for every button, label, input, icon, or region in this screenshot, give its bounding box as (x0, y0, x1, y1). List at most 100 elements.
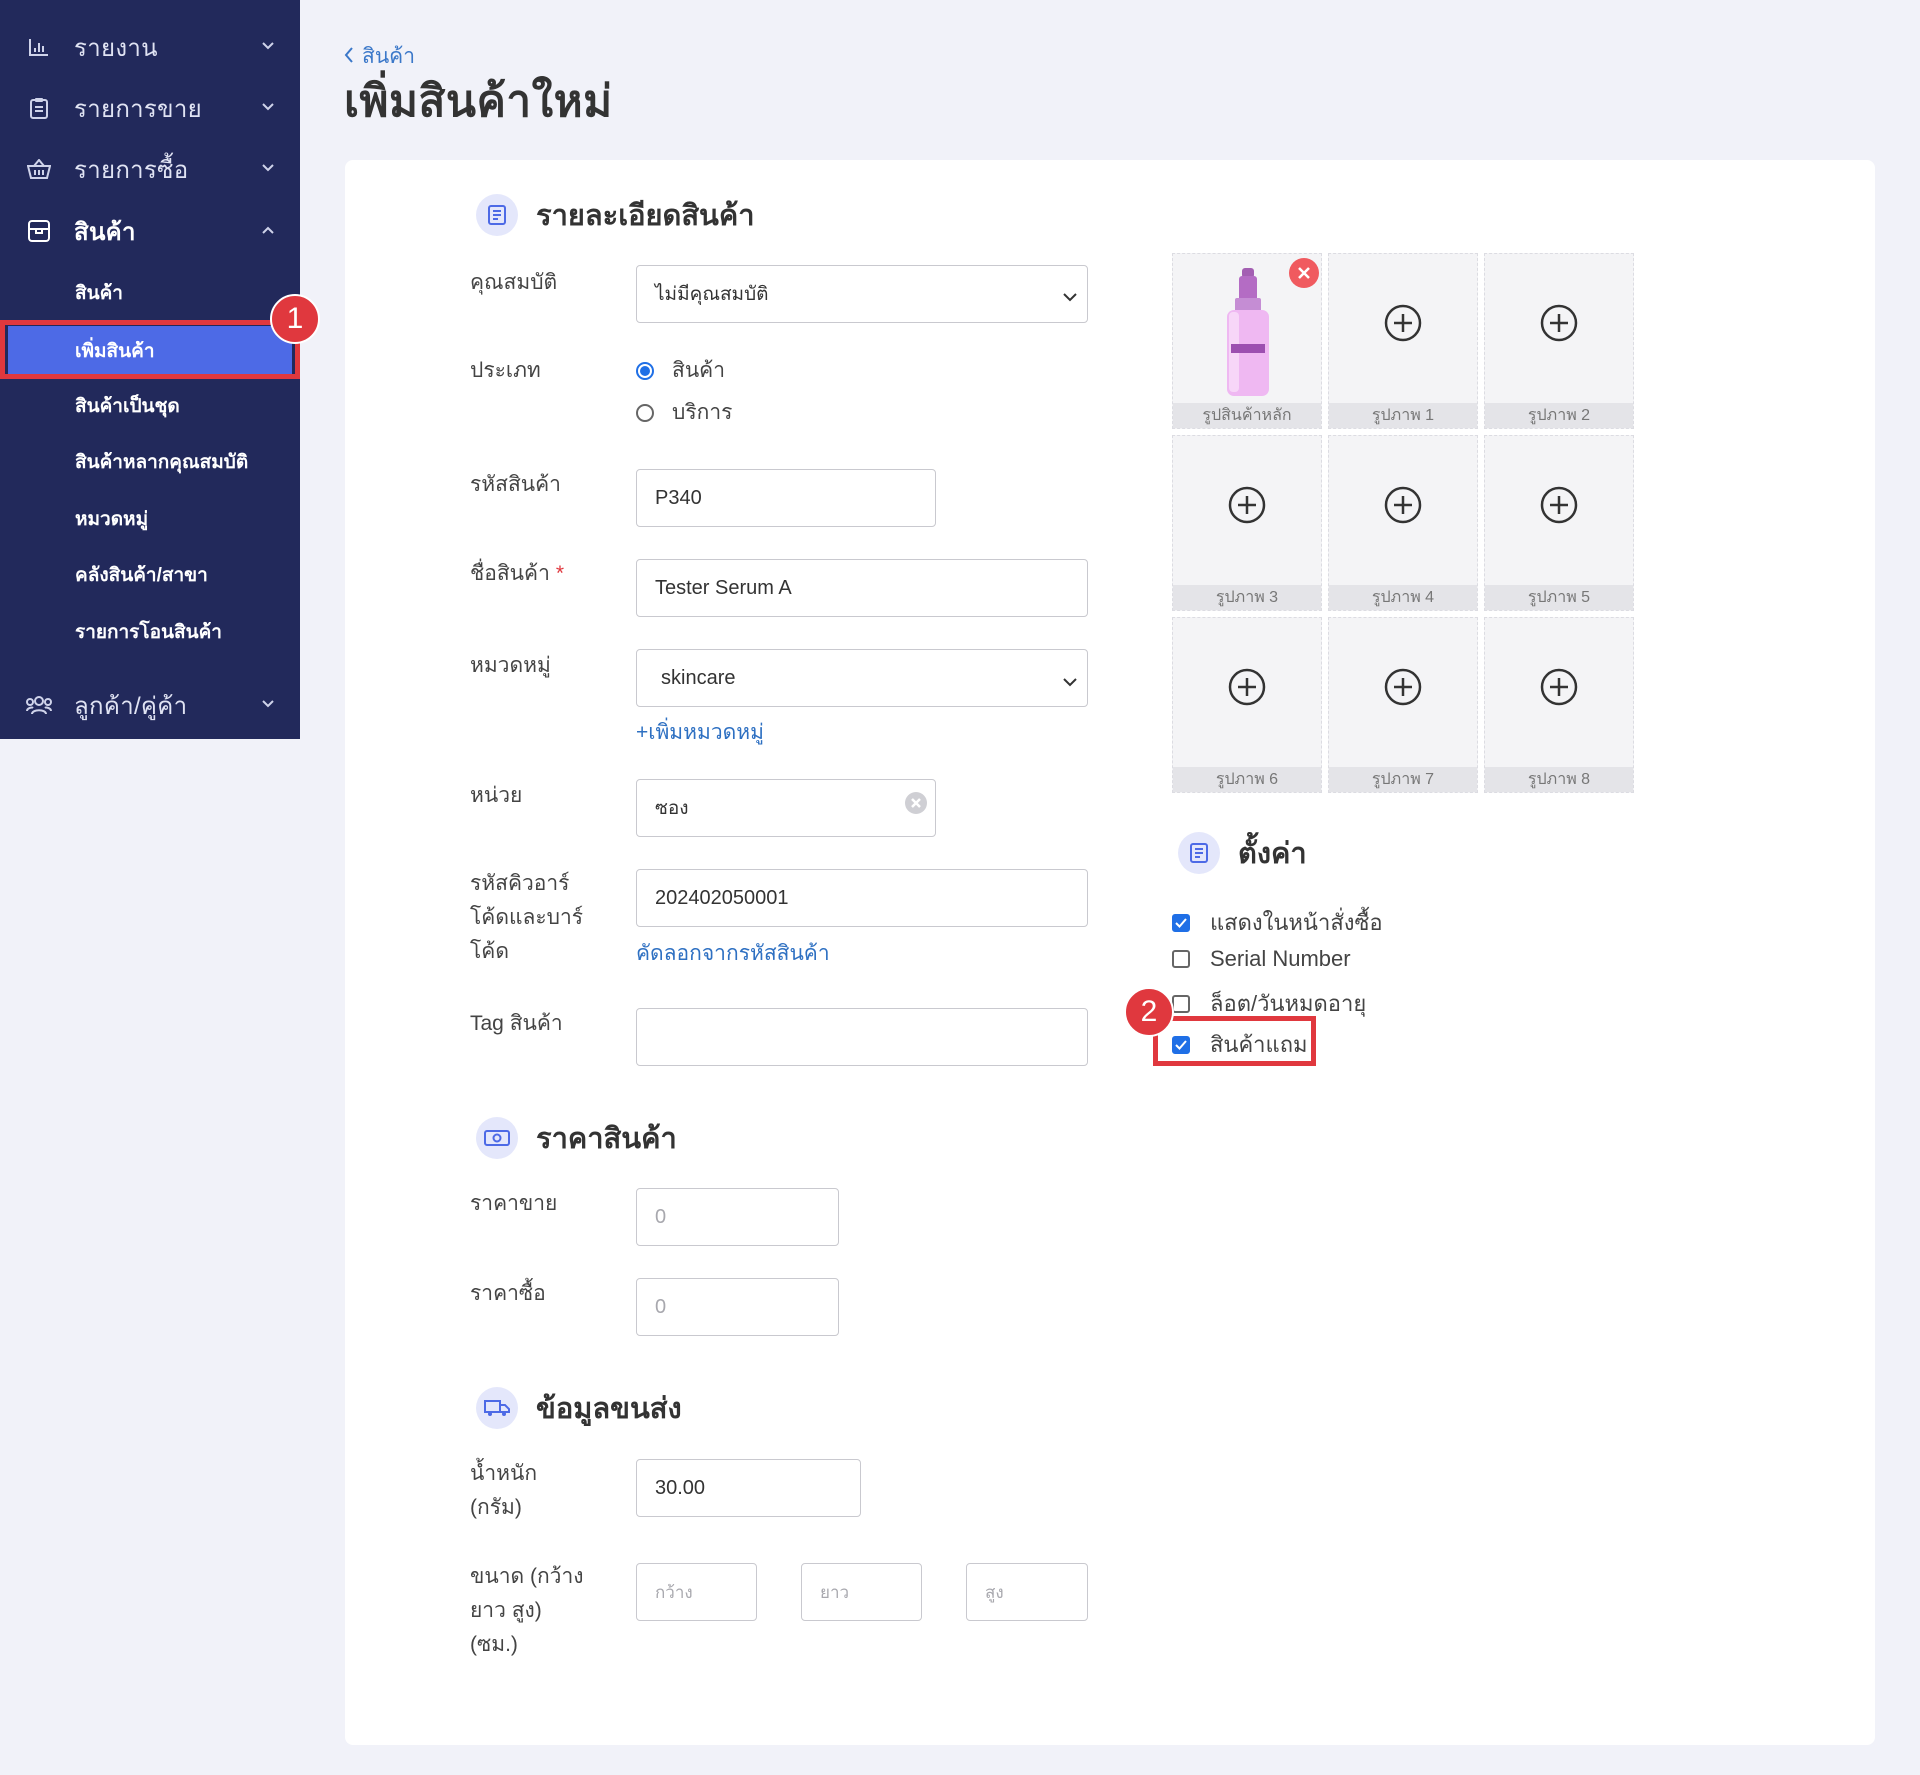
image-slot-caption: รูปภาพ 4 (1329, 585, 1477, 610)
main-image-slot[interactable]: รูปสินค้าหลัก (1172, 253, 1322, 429)
sidebar-subitem-products[interactable]: สินค้า (0, 268, 300, 318)
name-input[interactable]: Tester Serum A (636, 559, 1088, 617)
truck-icon (476, 1387, 518, 1429)
chevron-down-icon (258, 36, 278, 56)
step1-highlight-box (0, 320, 300, 379)
add-image-icon[interactable] (1540, 304, 1578, 342)
size-label: ขนาด (กว้าง ยาว สูง) (ซม.) (470, 1560, 584, 1662)
setting-serial-number[interactable]: Serial Number (1172, 946, 1351, 972)
height-input[interactable]: สูง (966, 1563, 1088, 1621)
page-title: เพิ่มสินค้าใหม่ (344, 77, 613, 126)
add-image-icon[interactable] (1384, 304, 1422, 342)
weight-input[interactable]: 30.00 (636, 1459, 861, 1517)
weight-label-line: (กรัม) (470, 1496, 522, 1519)
image-slot-caption: รูปสินค้าหลัก (1173, 403, 1321, 428)
image-slot-6[interactable]: รูปภาพ 6 (1172, 617, 1322, 793)
sidebar-subitem-variant-products[interactable]: สินค้าหลากคุณสมบัติ (0, 437, 300, 487)
image-slot-3[interactable]: รูปภาพ 3 (1172, 435, 1322, 611)
sku-input[interactable]: P340 (636, 469, 936, 527)
width-input[interactable]: กว้าง (636, 1563, 757, 1621)
clipboard-icon (24, 93, 54, 123)
image-slot-7[interactable]: รูปภาพ 7 (1328, 617, 1478, 793)
sidebar-subitem-categories[interactable]: หมวดหมู่ (0, 494, 300, 544)
size-label-line: ยาว สูง) (470, 1599, 542, 1622)
attribute-select[interactable]: ไม่มีคุณสมบัติ (636, 265, 1088, 323)
add-image-icon[interactable] (1540, 486, 1578, 524)
bar-chart-icon (24, 32, 54, 62)
add-image-icon[interactable] (1384, 668, 1422, 706)
image-slot-2[interactable]: รูปภาพ 2 (1484, 253, 1634, 429)
unit-input[interactable]: ซอง (636, 779, 936, 837)
category-select-value: skincare (661, 666, 736, 689)
weight-label-line: น้ำหนัก (470, 1462, 538, 1485)
sidebar-item-reports[interactable]: รายงาน (0, 16, 300, 78)
image-slot-8[interactable]: รูปภาพ 8 (1484, 617, 1634, 793)
image-slot-4[interactable]: รูปภาพ 4 (1328, 435, 1478, 611)
size-label-line: ขนาด (กว้าง (470, 1565, 584, 1588)
step2-highlight-box (1153, 1016, 1316, 1066)
sidebar-subitem-warehouses[interactable]: คลังสินค้า/สาขา (0, 550, 300, 600)
barcode-input[interactable]: 202402050001 (636, 869, 1088, 927)
sell-price-input[interactable]: 0 (636, 1188, 839, 1246)
name-label: ชื่อสินค้า * (470, 557, 564, 591)
barcode-label-line: รหัสคิวอาร์ (470, 872, 570, 895)
radio-label: สินค้า (672, 359, 726, 382)
image-slot-caption: รูปภาพ 8 (1485, 767, 1633, 792)
name-label-text: ชื่อสินค้า (470, 562, 550, 585)
sidebar-item-label: รายงาน (74, 34, 158, 62)
barcode-label: รหัสคิวอาร์ โค้ดและบาร์ โค้ด (470, 867, 583, 969)
chevron-down-icon (258, 694, 278, 714)
image-slot-caption: รูปภาพ 1 (1329, 403, 1477, 428)
image-slot-caption: รูปภาพ 7 (1329, 767, 1477, 792)
chevron-left-icon (344, 45, 354, 69)
length-input[interactable]: ยาว (801, 1563, 922, 1621)
sidebar-item-products[interactable]: สินค้า (0, 200, 300, 262)
sidebar-item-label: ลูกค้า/คู่ค้า (74, 692, 188, 720)
sidebar-item-purchases[interactable]: รายการซื้อ (0, 138, 300, 200)
sidebar-item-customers[interactable]: ลูกค้า/คู่ค้า (0, 674, 300, 736)
tags-input[interactable] (636, 1008, 1088, 1066)
unit-input-value: ซอง (655, 798, 689, 819)
shipping-section-title: ข้อมูลขนส่ง (536, 1393, 682, 1425)
add-category-link[interactable]: +เพิ่มหมวดหมู่ (636, 716, 764, 749)
image-slot-1[interactable]: รูปภาพ 1 (1328, 253, 1478, 429)
add-image-icon[interactable] (1540, 668, 1578, 706)
add-image-icon[interactable] (1228, 668, 1266, 706)
step2-badge: 2 (1124, 987, 1174, 1037)
checkbox-checked[interactable] (1172, 913, 1190, 932)
image-slot-caption: รูปภาพ 5 (1485, 585, 1633, 610)
radio-selected[interactable] (636, 361, 654, 380)
sidebar-item-sales[interactable]: รายการขาย (0, 77, 300, 139)
checkbox-unchecked[interactable] (1172, 950, 1190, 968)
settings-doc-icon (1178, 832, 1220, 874)
document-icon (476, 194, 518, 236)
add-image-icon[interactable] (1228, 486, 1266, 524)
unit-label: หน่วย (470, 784, 523, 807)
weight-label: น้ำหนัก (กรัม) (470, 1457, 537, 1525)
add-image-icon[interactable] (1384, 486, 1422, 524)
type-radio-service[interactable]: บริการ (636, 396, 732, 429)
required-mark: * (555, 562, 565, 585)
copy-from-sku-link[interactable]: คัดลอกจากรหัสสินค้า (636, 937, 830, 970)
users-icon (24, 690, 54, 720)
settings-section-title: ตั้งค่า (1238, 838, 1307, 870)
image-slot-caption: รูปภาพ 2 (1485, 403, 1633, 428)
category-select[interactable]: skincare (636, 649, 1088, 707)
radio-unselected[interactable] (636, 403, 654, 422)
remove-image-icon[interactable] (1289, 258, 1319, 288)
size-label-line: (ซม.) (470, 1633, 518, 1656)
step1-badge: 1 (270, 294, 320, 344)
sidebar-item-label: สินค้า (74, 218, 136, 246)
clear-icon[interactable] (904, 791, 928, 821)
type-radio-product[interactable]: สินค้า (636, 354, 725, 387)
sku-label: รหัสสินค้า (470, 473, 561, 496)
sidebar-subitem-transfers[interactable]: รายการโอนสินค้า (0, 607, 300, 657)
buy-price-input[interactable]: 0 (636, 1278, 839, 1336)
setting-show-on-order-page[interactable]: แสดงในหน้าสั่งซื้อ (1172, 905, 1383, 940)
checkbox-unchecked[interactable] (1172, 994, 1190, 1013)
image-slot-5[interactable]: รูปภาพ 5 (1484, 435, 1634, 611)
sidebar-subitem-product-sets[interactable]: สินค้าเป็นชุด (0, 381, 300, 431)
checkbox-label: Serial Number (1210, 946, 1351, 971)
category-label: หมวดหมู่ (470, 654, 551, 677)
sell-price-label: ราคาขาย (470, 1192, 558, 1215)
